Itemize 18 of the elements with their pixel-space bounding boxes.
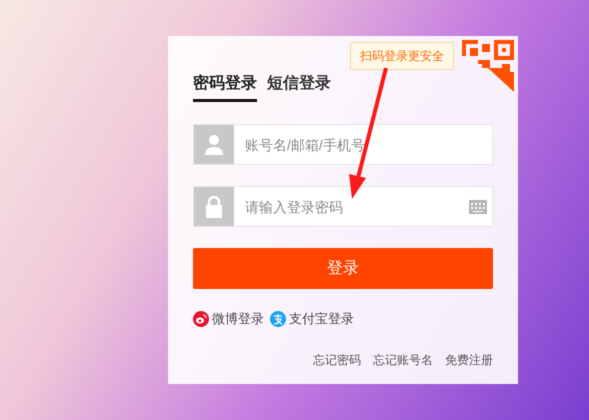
social-login-link[interactable]: 支付宝登录 (270, 309, 354, 328)
footer-link[interactable]: 忘记账号名 (373, 350, 433, 368)
footer-link[interactable]: 忘记密码 (313, 350, 361, 368)
weibo-icon (193, 310, 209, 327)
social-login-link[interactable]: 微博登录 (193, 309, 264, 328)
password-input[interactable]: 请输入登录密码 (234, 187, 469, 226)
footer-link[interactable]: 免费注册 (445, 350, 493, 368)
account-field[interactable]: 账号名/邮箱/手机号 (193, 124, 493, 165)
password-field[interactable]: 请输入登录密码 (193, 186, 493, 227)
qr-code-icon[interactable] (462, 40, 514, 92)
alipay-icon (270, 310, 286, 327)
login-tab[interactable]: 密码登录 (193, 72, 257, 102)
account-input[interactable]: 账号名/邮箱/手机号 (234, 125, 492, 164)
lock-icon (205, 196, 223, 218)
login-tab[interactable]: 短信登录 (267, 72, 331, 102)
qr-tip: 扫码登录更安全 (350, 42, 454, 70)
keyboard-icon[interactable] (469, 200, 487, 214)
user-icon (205, 134, 223, 154)
